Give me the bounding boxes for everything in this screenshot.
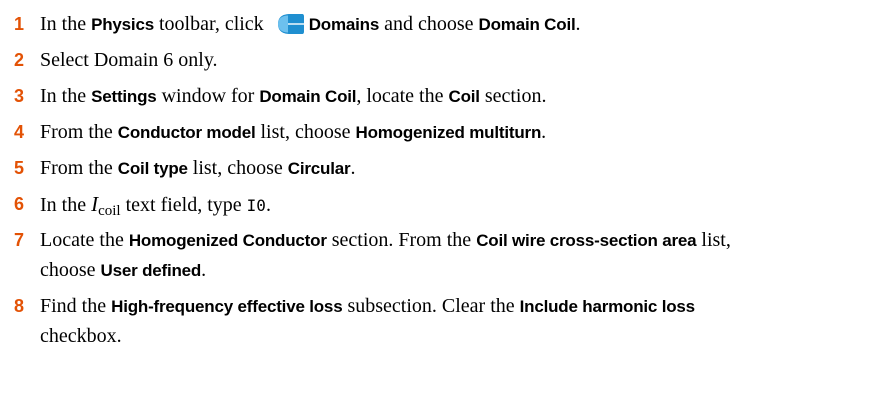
settings-window-ref: Settings (91, 87, 157, 106)
domain-coil-ref: Domain Coil (259, 87, 357, 106)
text: . (575, 13, 581, 35)
text: In the (40, 85, 92, 107)
step-text: In the Settings window for Domain Coil, … (40, 82, 546, 111)
step-number: 1 (14, 14, 25, 34)
step-number: 3 (14, 86, 25, 106)
text: list, choose (255, 121, 356, 143)
step-number: 2 (14, 50, 25, 70)
text: , locate the (356, 85, 449, 107)
domains-icon (275, 13, 305, 35)
text: subsection. Clear the (342, 295, 520, 317)
text: . (265, 194, 271, 216)
text: text field, type (120, 194, 247, 216)
domains-button-label: Domains (308, 15, 380, 34)
i-coil-symbol: Icoil (91, 192, 121, 219)
text: In the (40, 194, 92, 216)
step-text-continued: choose User defined. (40, 256, 206, 285)
text: list, choose (187, 157, 288, 179)
homogenized-conductor-ref: Homogenized Conductor (128, 231, 327, 250)
step-number: 5 (14, 158, 25, 178)
step-text: In the Physics toolbar, click Domains an… (40, 10, 581, 39)
coil-section-ref: Coil (448, 87, 481, 106)
text: . (201, 259, 207, 281)
input-value-code: I0 (246, 196, 266, 215)
domain-coil-ref: Domain Coil (478, 15, 576, 34)
text: toolbar, click (153, 13, 269, 35)
circular-ref: Circular (287, 159, 351, 178)
conductor-model-ref: Conductor model (117, 123, 256, 142)
physics-toolbar-ref: Physics (91, 15, 154, 34)
high-frequency-effective-loss-ref: High-frequency effective loss (111, 297, 343, 316)
step-number: 6 (14, 194, 25, 214)
step-text: Locate the Homogenized Conductor section… (40, 226, 731, 255)
step-number: 8 (14, 296, 25, 316)
text: and choose (379, 13, 479, 35)
text: From the (40, 121, 118, 143)
text: window for (156, 85, 260, 107)
text: list, (696, 229, 731, 251)
homogenized-multiturn-ref: Homogenized multiturn (355, 123, 542, 142)
text: Locate the (40, 229, 129, 251)
text: . (541, 121, 547, 143)
step-text: Find the High-frequency effective loss s… (40, 292, 695, 321)
text: From the (40, 157, 118, 179)
step-text: Select Domain 6 only. (40, 46, 218, 74)
step-text: From the Coil type list, choose Circular… (40, 154, 355, 183)
text: checkbox. (40, 325, 122, 347)
text: choose (40, 259, 101, 281)
user-defined-ref: User defined (100, 261, 202, 280)
step-text: In the Icoil text field, type I0. (40, 190, 271, 225)
symbol-subscript: coil (98, 203, 121, 219)
text: section. From the (326, 229, 477, 251)
text: Find the (40, 295, 112, 317)
include-harmonic-loss-ref: Include harmonic loss (519, 297, 695, 316)
coil-wire-cross-section-area-ref: Coil wire cross-section area (476, 231, 697, 250)
text: . (350, 157, 356, 179)
text: section. (479, 85, 547, 107)
step-number: 4 (14, 122, 25, 142)
coil-type-ref: Coil type (117, 159, 188, 178)
text: In the (40, 13, 92, 35)
step-text-continued: checkbox. (40, 322, 122, 350)
step-text: From the Conductor model list, choose Ho… (40, 118, 546, 147)
text: Select Domain 6 only. (40, 49, 218, 71)
step-number: 7 (14, 230, 25, 250)
